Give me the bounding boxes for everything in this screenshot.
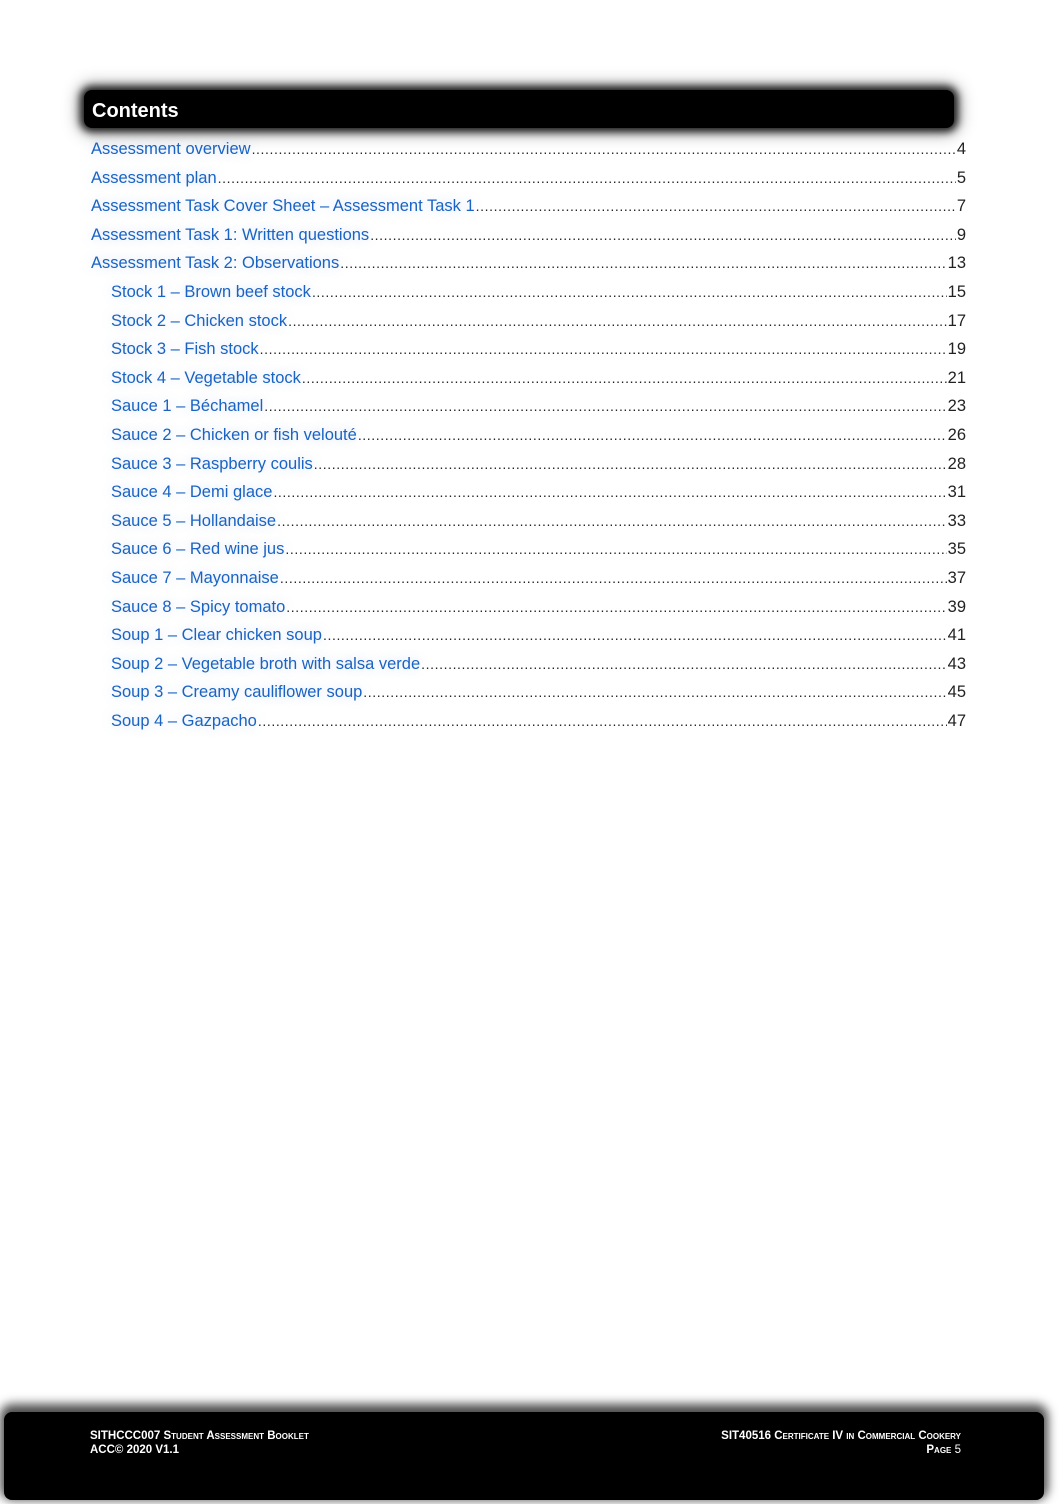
toc-dot-leader: [314, 454, 947, 474]
toc-page-number: 41: [947, 626, 966, 645]
footer-copyright: ACC© 2020 V1.1: [90, 1444, 180, 1456]
toc-page-number: 13: [947, 254, 966, 273]
toc-entry[interactable]: Sauce 4 – Demi glace 31: [91, 482, 966, 511]
toc-entry-link[interactable]: Soup 3 – Creamy cauliflower soup: [111, 682, 362, 702]
toc-entry[interactable]: Soup 4 – Gazpacho 47: [91, 711, 966, 740]
toc-entry-link[interactable]: Sauce 5 – Hollandaise: [111, 511, 276, 531]
toc-page-number: 23: [947, 397, 966, 416]
toc-page-number: 28: [947, 454, 966, 473]
toc-dot-leader: [370, 225, 956, 245]
toc-entry-link[interactable]: Soup 2 – Vegetable broth with salsa verd…: [111, 654, 420, 674]
toc-entry-link[interactable]: Assessment Task 1: Written questions: [91, 225, 369, 245]
footer-page-indicator: Page 5: [721, 1443, 961, 1457]
toc-entry[interactable]: Sauce 8 – Spicy tomato 39: [91, 597, 966, 626]
toc-entry[interactable]: Sauce 2 – Chicken or fish velouté 26: [91, 425, 966, 454]
footer-document-title: SITHCCC007 Student Assessment Booklet: [90, 1430, 309, 1442]
toc-entry[interactable]: Sauce 1 – Béchamel 23: [91, 396, 966, 425]
toc-dot-leader: [312, 282, 947, 302]
toc-entry[interactable]: Sauce 5 – Hollandaise 33: [91, 511, 966, 540]
toc-entry-link[interactable]: Sauce 8 – Spicy tomato: [111, 597, 285, 617]
toc-page-number: 15: [947, 282, 966, 301]
toc-entry-link[interactable]: Sauce 6 – Red wine jus: [111, 539, 284, 559]
toc-entry-link[interactable]: Sauce 7 – Mayonnaise: [111, 568, 279, 588]
toc-entry-link[interactable]: Soup 4 – Gazpacho: [111, 711, 257, 731]
toc-entry[interactable]: Assessment Task 1: Written questions 9: [91, 225, 966, 254]
toc-entry-link[interactable]: Stock 2 – Chicken stock: [111, 311, 287, 331]
toc-entry[interactable]: Assessment plan 5: [91, 168, 966, 197]
toc-page-number: 21: [947, 368, 966, 387]
toc-entry-link[interactable]: Assessment Task Cover Sheet – Assessment…: [91, 196, 475, 216]
toc-entry-link[interactable]: Assessment plan: [91, 168, 217, 188]
toc-entry[interactable]: Sauce 3 – Raspberry coulis 28: [91, 454, 966, 483]
toc-dot-leader: [280, 568, 947, 588]
toc-entry[interactable]: Soup 2 – Vegetable broth with salsa verd…: [91, 654, 966, 683]
toc-entry[interactable]: Stock 3 – Fish stock 19: [91, 339, 966, 368]
toc-dot-leader: [286, 597, 946, 617]
toc-dot-leader: [421, 654, 947, 674]
toc-entry[interactable]: Stock 2 – Chicken stock 17: [91, 311, 966, 340]
toc-dot-leader: [260, 339, 947, 359]
footer-left: SITHCCC007 Student Assessment Booklet AC…: [90, 1429, 309, 1457]
toc-dot-leader: [285, 539, 946, 559]
toc-entry-link[interactable]: Assessment overview: [91, 139, 251, 159]
toc-page-number: 35: [947, 540, 966, 559]
toc-page-number: 26: [947, 425, 966, 444]
toc-entry-link[interactable]: Sauce 4 – Demi glace: [111, 482, 272, 502]
toc-entry-link[interactable]: Sauce 2 – Chicken or fish velouté: [111, 425, 357, 445]
toc-page-number: 37: [947, 568, 966, 587]
footer-course-title: SIT40516 Certificate IV in Commercial Co…: [721, 1430, 961, 1442]
toc-entry[interactable]: Soup 1 – Clear chicken soup 41: [91, 625, 966, 654]
toc-entry[interactable]: Assessment Task 2: Observations 13: [91, 253, 966, 282]
toc-dot-leader: [358, 425, 947, 445]
toc-dot-leader: [323, 625, 947, 645]
toc-entry[interactable]: Stock 1 – Brown beef stock 15: [91, 282, 966, 311]
footer-page-label: Page: [926, 1444, 952, 1456]
toc-entry[interactable]: Sauce 6 – Red wine jus 35: [91, 539, 966, 568]
toc-entry[interactable]: Soup 3 – Creamy cauliflower soup 45: [91, 682, 966, 711]
toc-entry-link[interactable]: Sauce 1 – Béchamel: [111, 396, 263, 416]
toc-entry-link[interactable]: Sauce 3 – Raspberry coulis: [111, 454, 313, 474]
toc-entry-link[interactable]: Soup 1 – Clear chicken soup: [111, 625, 322, 645]
toc-dot-leader: [264, 396, 946, 416]
footer-right: SIT40516 Certificate IV in Commercial Co…: [721, 1429, 961, 1457]
toc-entry-link[interactable]: Stock 3 – Fish stock: [111, 339, 259, 359]
contents-title: Contents: [92, 100, 179, 122]
toc-page-number: 17: [947, 311, 966, 330]
toc-dot-leader: [340, 253, 946, 273]
footer-page-number: 5: [954, 1444, 961, 1456]
toc-entry[interactable]: Assessment overview 4: [91, 139, 966, 168]
toc-dot-leader: [302, 368, 947, 388]
table-of-contents: Assessment overview4Assessment plan5Asse…: [91, 139, 966, 739]
toc-dot-leader: [252, 139, 956, 159]
toc-page-number: 33: [947, 511, 966, 530]
toc-page-number: 45: [947, 683, 966, 702]
toc-page-number: 7: [956, 197, 966, 216]
toc-entry[interactable]: Stock 4 – Vegetable stock 21: [91, 368, 966, 397]
toc-entry[interactable]: Sauce 7 – Mayonnaise 37: [91, 568, 966, 597]
toc-dot-leader: [258, 711, 947, 731]
toc-entry-link[interactable]: Stock 1 – Brown beef stock: [111, 282, 311, 302]
toc-page-number: 19: [947, 340, 966, 359]
toc-dot-leader: [277, 511, 947, 531]
toc-dot-leader: [288, 311, 947, 331]
toc-entry[interactable]: Assessment Task Cover Sheet – Assessment…: [91, 196, 966, 225]
toc-page-number: 47: [947, 711, 966, 730]
toc-page-number: 5: [956, 168, 966, 187]
toc-dot-leader: [218, 168, 956, 188]
toc-page-number: 31: [947, 483, 966, 502]
toc-page-number: 39: [947, 597, 966, 616]
toc-dot-leader: [273, 482, 946, 502]
toc-dot-leader: [476, 196, 956, 216]
toc-dot-leader: [363, 682, 946, 702]
toc-entry-link[interactable]: Assessment Task 2: Observations: [91, 253, 339, 273]
toc-page-number: 43: [947, 654, 966, 673]
toc-entry-link[interactable]: Stock 4 – Vegetable stock: [111, 368, 301, 388]
contents-heading-bar: [84, 90, 954, 128]
toc-page-number: 9: [956, 225, 966, 244]
toc-page-number: 4: [956, 140, 966, 158]
